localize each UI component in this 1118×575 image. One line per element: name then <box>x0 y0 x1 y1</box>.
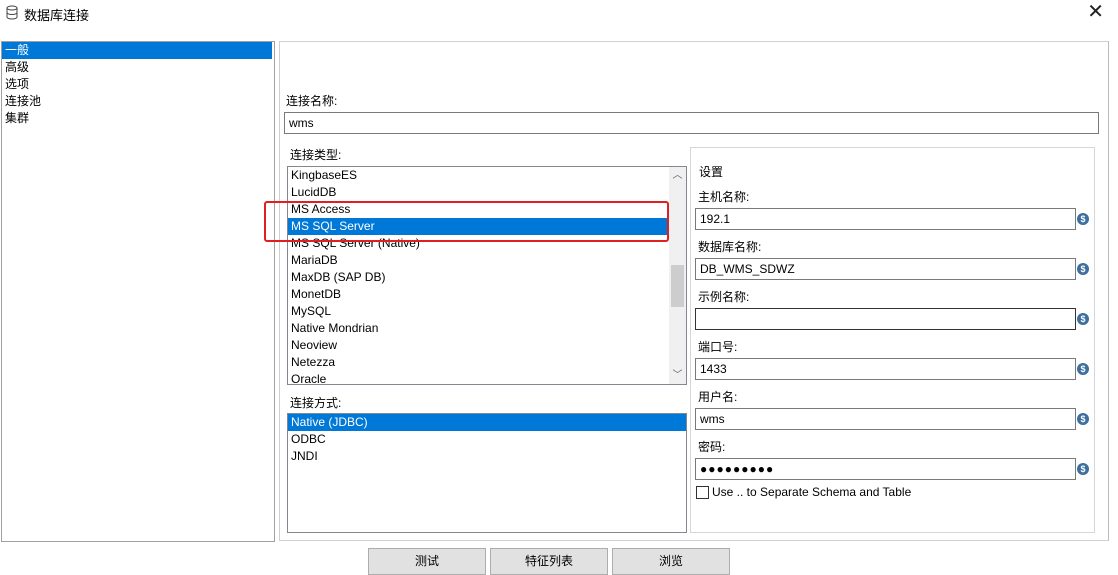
close-icon[interactable]: ✕ <box>1087 1 1104 23</box>
username-label: 用户名: <box>698 390 738 404</box>
explore-button[interactable]: 浏览 <box>612 548 730 575</box>
title-bar: 数据库连接 ✕ <box>0 0 1118 26</box>
list-item[interactable]: Neoview <box>288 337 686 354</box>
access-method-label: 连接方式: <box>290 396 342 410</box>
connection-name-label: 连接名称: <box>286 94 338 108</box>
list-item-selected[interactable]: Native (JDBC) <box>288 414 686 431</box>
settings-group: 设置 主机名称: 192.1 $ 数据库名称: DB_WMS_SDWZ $ 示例… <box>690 147 1095 533</box>
list-item[interactable]: JNDI <box>288 448 686 465</box>
sidebar-item-advanced[interactable]: 高级 <box>2 59 274 76</box>
list-item[interactable]: Native Mondrian <box>288 320 686 337</box>
connection-name-input[interactable]: wms <box>284 112 1099 134</box>
database-icon <box>6 5 18 20</box>
list-item-selected[interactable]: MS SQL Server <box>288 218 686 235</box>
variable-icon[interactable]: $ <box>1077 413 1089 425</box>
list-item[interactable]: Netezza <box>288 354 686 371</box>
list-item[interactable]: MS SQL Server (Native) <box>288 235 686 252</box>
instance-name-input[interactable] <box>695 308 1076 330</box>
port-label: 端口号: <box>698 340 738 354</box>
separate-schema-label: Use .. to Separate Schema and Table <box>712 485 912 499</box>
database-name-label: 数据库名称: <box>698 240 762 254</box>
host-label: 主机名称: <box>698 190 750 204</box>
connection-type-label: 连接类型: <box>290 148 342 162</box>
list-item[interactable]: MariaDB <box>288 252 686 269</box>
scroll-down-icon[interactable]: ﹀ <box>669 367 686 384</box>
database-name-input[interactable]: DB_WMS_SDWZ <box>695 258 1076 280</box>
list-item[interactable]: MS Access <box>288 201 686 218</box>
separate-schema-checkbox[interactable] <box>696 486 709 499</box>
sidebar-item-cluster[interactable]: 集群 <box>2 110 274 127</box>
general-panel: 连接名称: wms 连接类型: KingbaseES LucidDB MS Ac… <box>279 41 1109 541</box>
settings-heading: 设置 <box>699 165 724 179</box>
list-item[interactable]: MonetDB <box>288 286 686 303</box>
list-item[interactable]: MaxDB (SAP DB) <box>288 269 686 286</box>
sidebar: 一般 高级 选项 连接池 集群 <box>1 41 275 542</box>
feature-list-button[interactable]: 特征列表 <box>490 548 608 575</box>
port-input[interactable]: 1433 <box>695 358 1076 380</box>
instance-name-label: 示例名称: <box>698 290 750 304</box>
scroll-up-icon[interactable]: ︿ <box>669 167 686 184</box>
host-input[interactable]: 192.1 <box>695 208 1076 230</box>
list-item[interactable]: Oracle <box>288 371 686 384</box>
variable-icon[interactable]: $ <box>1077 363 1089 375</box>
test-button[interactable]: 测试 <box>368 548 486 575</box>
variable-icon[interactable]: $ <box>1077 313 1089 325</box>
username-input[interactable]: wms <box>695 408 1076 430</box>
variable-icon[interactable]: $ <box>1077 463 1089 475</box>
list-item[interactable]: MySQL <box>288 303 686 320</box>
password-label: 密码: <box>698 440 726 454</box>
variable-icon[interactable]: $ <box>1077 263 1089 275</box>
access-method-list[interactable]: Native (JDBC) ODBC JNDI <box>287 413 687 533</box>
scroll-thumb[interactable] <box>671 265 684 307</box>
password-input[interactable]: ●●●●●●●●● <box>695 458 1076 480</box>
list-item[interactable]: KingbaseES <box>288 167 686 184</box>
variable-icon[interactable]: $ <box>1077 213 1089 225</box>
list-item[interactable]: LucidDB <box>288 184 686 201</box>
window-title: 数据库连接 <box>24 8 90 23</box>
sidebar-item-pooling[interactable]: 连接池 <box>2 93 274 110</box>
sidebar-item-options[interactable]: 选项 <box>2 76 274 93</box>
connection-type-scrollbar[interactable]: ︿ ﹀ <box>669 167 686 384</box>
connection-type-list[interactable]: KingbaseES LucidDB MS Access MS SQL Serv… <box>287 166 687 385</box>
sidebar-item-general[interactable]: 一般 <box>2 42 272 59</box>
list-item[interactable]: ODBC <box>288 431 686 448</box>
